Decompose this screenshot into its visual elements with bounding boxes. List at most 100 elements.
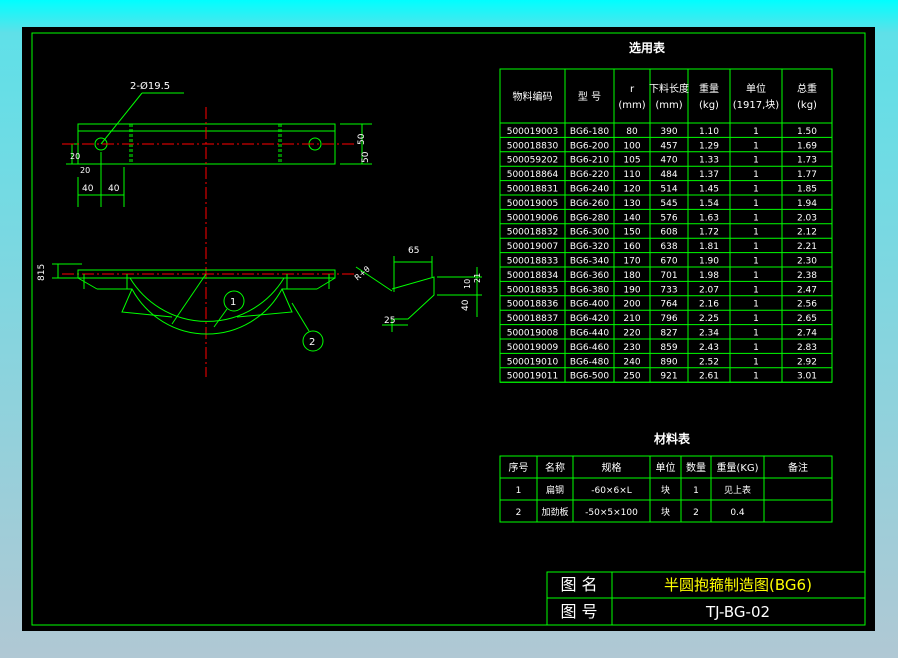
table-cell: 1.90 [699, 257, 719, 267]
material-header: 备注 [788, 461, 808, 474]
table-cell: 638 [660, 242, 677, 252]
table-cell: 670 [660, 257, 677, 267]
material-cell: 块 [661, 506, 670, 518]
table-cell: 859 [660, 343, 677, 353]
table-cell: 500018835 [507, 285, 559, 295]
material-cell: 2 [516, 508, 522, 518]
table-cell: 545 [660, 199, 677, 209]
table-cell: BG6-360 [570, 271, 609, 281]
table-cell: 514 [660, 185, 677, 195]
table-cell: 500018836 [507, 300, 559, 310]
table-cell: BG6-180 [570, 127, 609, 137]
material-table: 序号 名称 规格 单位 数量 重量(KG) 备注 1 扁钢 -60×6×L 块 1 见上表 2 加劲板 -50… [499, 455, 833, 523]
selection-table: 物料编码 型 号 r (mm) 下料长度 (mm) 重量 (kg) 单位 (1917,块) 总重 (k… [499, 68, 833, 383]
material-cell: 见上表 [724, 484, 751, 496]
table-cell: 80 [626, 127, 638, 137]
balloon-1-label: 1 [230, 297, 236, 308]
title-name-value: 半圆抱箍制造图(BG6) [664, 576, 812, 594]
table-cell: 2.16 [699, 300, 719, 310]
table-cell: 1 [753, 141, 759, 151]
table-cell: 1.33 [699, 156, 719, 166]
dim-40c: 40 [461, 299, 471, 311]
table-cell: 733 [660, 285, 677, 295]
table-cell: 2.83 [797, 343, 817, 353]
table-cell: 500018833 [507, 257, 559, 267]
table-cell: BG6-280 [570, 213, 609, 223]
table-cell: 827 [660, 329, 677, 339]
header-wt: (kg) [699, 100, 719, 111]
table-cell: 2.47 [797, 285, 817, 295]
table-cell: 200 [623, 300, 640, 310]
table-cell: 2.56 [797, 300, 817, 310]
table-cell: BG6-320 [570, 242, 609, 252]
table-cell: 110 [623, 170, 640, 180]
table-cell: 1 [753, 314, 759, 324]
table-cell: 150 [623, 228, 640, 238]
table-cell: 1 [753, 185, 759, 195]
table-cell: 1 [753, 156, 759, 166]
table-cell: 921 [660, 372, 677, 382]
material-cell: 块 [661, 484, 670, 496]
dim-10: 10 [463, 279, 472, 289]
table-cell: 1.37 [699, 170, 719, 180]
table-cell: 240 [623, 357, 640, 367]
table-cell: BG6-460 [570, 343, 609, 353]
table-cell: 500059202 [507, 156, 559, 166]
cad-drawing: 2-Ø19.5 20 20 40 40 50 50 1 2 815 R+θ 65… [31, 32, 866, 626]
table-cell: 1 [753, 285, 759, 295]
balloon-2-label: 2 [309, 337, 315, 348]
table-cell: 2.25 [699, 314, 719, 324]
table-cell: 2.52 [699, 357, 719, 367]
table-cell: 2.21 [797, 242, 817, 252]
table-cell: 500018837 [507, 314, 559, 324]
table-cell: 140 [623, 213, 640, 223]
table-cell: 1 [753, 228, 759, 238]
table-cell: BG6-210 [570, 156, 609, 166]
drawing-sheet: 2-Ø19.5 20 20 40 40 50 50 1 2 815 R+θ 65… [22, 27, 875, 631]
table-cell: 220 [623, 329, 640, 339]
drawing-border [31, 32, 866, 626]
table-cell: 1.85 [797, 185, 817, 195]
table-cell: 890 [660, 357, 677, 367]
table-cell: 130 [623, 199, 640, 209]
table-cell: 1.45 [699, 185, 719, 195]
table-cell: 1 [753, 329, 759, 339]
table-cell: 457 [660, 141, 677, 151]
table-cell: 500018830 [507, 141, 559, 151]
table-cell: 764 [660, 300, 677, 310]
table-cell: 500019011 [507, 372, 559, 382]
material-cell: 1 [516, 486, 522, 496]
table-cell: 500019003 [507, 127, 559, 137]
table-cell: 608 [660, 228, 677, 238]
table-cell: 1.69 [797, 141, 817, 151]
dim-25: 25 [384, 316, 395, 326]
table-cell: 2.38 [797, 271, 817, 281]
dim-815: 815 [37, 264, 47, 281]
title-no-value: TJ-BG-02 [705, 603, 770, 621]
table-cell: 2.03 [797, 213, 817, 223]
table-cell: 2.61 [699, 372, 719, 382]
header-len: 下料长度 [649, 82, 689, 95]
material-cell: -50×5×100 [585, 508, 638, 518]
dim-65: 65 [408, 246, 419, 256]
table-cell: 1.94 [797, 199, 817, 209]
material-header: 数量 [686, 461, 706, 474]
header-total: (kg) [797, 100, 817, 111]
title-no-label: 图 号 [560, 602, 597, 621]
table-cell: 1 [753, 199, 759, 209]
dim-20a: 20 [70, 152, 80, 161]
table-cell: 1.54 [699, 199, 719, 209]
table-cell: 1 [753, 213, 759, 223]
material-cell: -60×6×L [591, 486, 632, 496]
table-cell: 1 [753, 357, 759, 367]
material-header: 规格 [602, 461, 622, 474]
table-cell: 500019010 [507, 357, 559, 367]
table-cell: 500018831 [507, 185, 559, 195]
selection-table-title: 选用表 [629, 40, 666, 55]
table-cell: 1 [753, 271, 759, 281]
table-cell: 105 [623, 156, 640, 166]
header-model: 型 号 [578, 90, 601, 103]
material-cell: 0.4 [730, 508, 745, 518]
table-cell: BG6-240 [570, 185, 609, 195]
table-cell: 190 [623, 285, 640, 295]
